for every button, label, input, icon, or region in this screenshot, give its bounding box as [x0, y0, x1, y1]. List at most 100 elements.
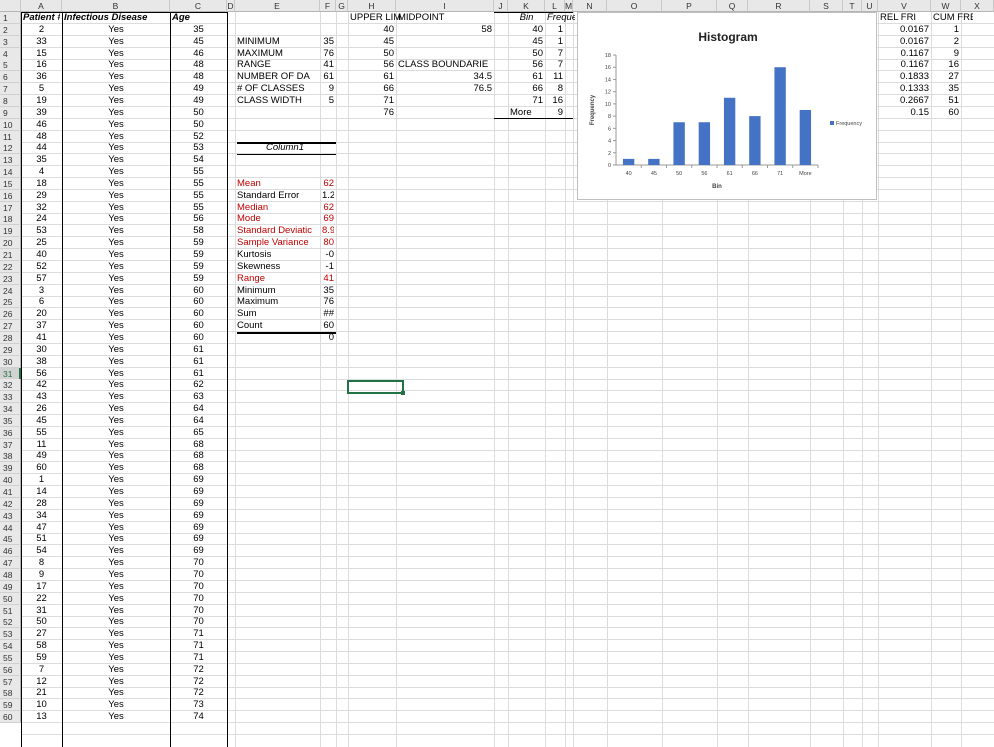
row-header-6[interactable]: 6 — [0, 71, 21, 83]
cum-freq-cell[interactable]: 35 — [933, 83, 959, 95]
disease-cell[interactable]: Yes — [64, 107, 168, 119]
stats-value[interactable]: 80 — [322, 237, 334, 249]
age-cell[interactable]: 71 — [172, 640, 225, 652]
stats-value[interactable]: 41 — [322, 273, 334, 285]
row-header-19[interactable]: 19 — [0, 225, 21, 237]
age-cell[interactable]: 59 — [172, 273, 225, 285]
summary-value[interactable]: 9 — [322, 83, 334, 95]
class-boundary-cell[interactable]: 76.5 — [398, 83, 493, 95]
disease-cell[interactable]: Yes — [64, 379, 168, 391]
column-header-n[interactable]: N — [573, 0, 607, 12]
active-cell-selection[interactable] — [347, 380, 405, 395]
age-cell[interactable]: 71 — [172, 628, 225, 640]
stats-value[interactable]: 69 — [322, 213, 334, 225]
stats-label[interactable]: Range — [237, 273, 318, 285]
patient-id-cell[interactable]: 35 — [23, 154, 60, 166]
age-cell[interactable]: 69 — [172, 474, 225, 486]
disease-cell[interactable]: Yes — [64, 178, 168, 190]
patient-id-cell[interactable]: 38 — [23, 356, 60, 368]
patient-id-cell[interactable]: 16 — [23, 59, 60, 71]
row-header-52[interactable]: 52 — [0, 616, 21, 628]
header-patient[interactable]: Patient # — [23, 12, 60, 24]
column-header-j[interactable]: J — [494, 0, 508, 12]
row-header-53[interactable]: 53 — [0, 628, 21, 640]
upper-limit-cell[interactable]: 61 — [350, 71, 394, 83]
patient-id-cell[interactable]: 52 — [23, 261, 60, 273]
row-header-18[interactable]: 18 — [0, 213, 21, 225]
column-header-g[interactable]: G — [336, 0, 348, 12]
row-header-38[interactable]: 38 — [0, 450, 21, 462]
disease-cell[interactable]: Yes — [64, 225, 168, 237]
row-header-54[interactable]: 54 — [0, 640, 21, 652]
column-header-d[interactable]: D — [227, 0, 235, 12]
column-header-e[interactable]: E — [235, 0, 320, 12]
frequency-cell[interactable]: 1 — [547, 36, 563, 48]
column-header-o[interactable]: O — [607, 0, 662, 12]
row-header-34[interactable]: 34 — [0, 403, 21, 415]
row-header-36[interactable]: 36 — [0, 427, 21, 439]
disease-cell[interactable]: Yes — [64, 190, 168, 202]
age-cell[interactable]: 53 — [172, 142, 225, 154]
disease-cell[interactable]: Yes — [64, 391, 168, 403]
frequency-cell[interactable]: 1 — [547, 24, 563, 36]
row-header-40[interactable]: 40 — [0, 474, 21, 486]
column-header-v[interactable]: V — [878, 0, 931, 12]
rel-freq-cell[interactable]: 0.0167 — [880, 24, 929, 36]
cum-freq-cell[interactable]: 16 — [933, 59, 959, 71]
patient-id-cell[interactable]: 18 — [23, 178, 60, 190]
stats-label[interactable]: Maximum — [237, 296, 318, 308]
column-header-m[interactable]: M — [565, 0, 573, 12]
disease-cell[interactable]: Yes — [64, 450, 168, 462]
age-cell[interactable]: 59 — [172, 261, 225, 273]
patient-id-cell[interactable]: 49 — [23, 450, 60, 462]
column-header-s[interactable]: S — [810, 0, 843, 12]
patient-id-cell[interactable]: 33 — [23, 36, 60, 48]
column-header-x[interactable]: X — [961, 0, 994, 12]
patient-id-cell[interactable]: 22 — [23, 593, 60, 605]
stats-value[interactable]: -1 — [322, 261, 334, 273]
patient-id-cell[interactable]: 41 — [23, 332, 60, 344]
age-cell[interactable]: 61 — [172, 356, 225, 368]
disease-cell[interactable]: Yes — [64, 593, 168, 605]
disease-cell[interactable]: Yes — [64, 95, 168, 107]
age-cell[interactable]: 55 — [172, 178, 225, 190]
age-cell[interactable]: 60 — [172, 320, 225, 332]
cum-freq-cell[interactable]: 60 — [933, 107, 959, 119]
age-cell[interactable]: 70 — [172, 581, 225, 593]
spreadsheet[interactable]: { "columns": ["A","B","C","D","E","F","G… — [0, 0, 994, 747]
frequency-header[interactable]: Frequency — [547, 12, 575, 24]
column-header-q[interactable]: Q — [717, 0, 748, 12]
patient-id-cell[interactable]: 25 — [23, 237, 60, 249]
disease-cell[interactable]: Yes — [64, 166, 168, 178]
patient-id-cell[interactable]: 54 — [23, 545, 60, 557]
column-header-k[interactable]: K — [508, 0, 545, 12]
disease-cell[interactable]: Yes — [64, 273, 168, 285]
cum-freq-cell[interactable]: 51 — [933, 95, 959, 107]
disease-cell[interactable]: Yes — [64, 486, 168, 498]
row-header-27[interactable]: 27 — [0, 320, 21, 332]
patient-id-cell[interactable]: 42 — [23, 379, 60, 391]
stats-label[interactable]: Sample Variance — [237, 237, 318, 249]
rel-freq-cell[interactable]: 0.1333 — [880, 83, 929, 95]
disease-cell[interactable]: Yes — [64, 36, 168, 48]
histogram-chart[interactable]: Histogram 0 2 4 6 8 10 12 14 16 18 Frequency 40 45 50 5… — [577, 12, 877, 200]
row-header-5[interactable]: 5 — [0, 59, 21, 71]
class-boundaries-label[interactable]: CLASS BOUNDARIE — [398, 59, 492, 71]
disease-cell[interactable]: Yes — [64, 344, 168, 356]
disease-cell[interactable]: Yes — [64, 59, 168, 71]
summary-label[interactable]: CLASS WIDTH — [237, 95, 318, 107]
age-cell[interactable]: 60 — [172, 308, 225, 320]
stats-value[interactable]: 1.2 — [322, 190, 334, 202]
row-header-1[interactable]: 1 — [0, 12, 21, 24]
header-age[interactable]: Age — [172, 12, 225, 24]
disease-cell[interactable]: Yes — [64, 427, 168, 439]
patient-id-cell[interactable]: 1 — [23, 474, 60, 486]
age-cell[interactable]: 56 — [172, 213, 225, 225]
age-cell[interactable]: 69 — [172, 510, 225, 522]
age-cell[interactable]: 69 — [172, 545, 225, 557]
age-cell[interactable]: 48 — [172, 59, 225, 71]
patient-id-cell[interactable]: 20 — [23, 308, 60, 320]
row-header-41[interactable]: 41 — [0, 486, 21, 498]
patient-id-cell[interactable]: 44 — [23, 142, 60, 154]
stats-label[interactable]: Count — [237, 320, 318, 332]
